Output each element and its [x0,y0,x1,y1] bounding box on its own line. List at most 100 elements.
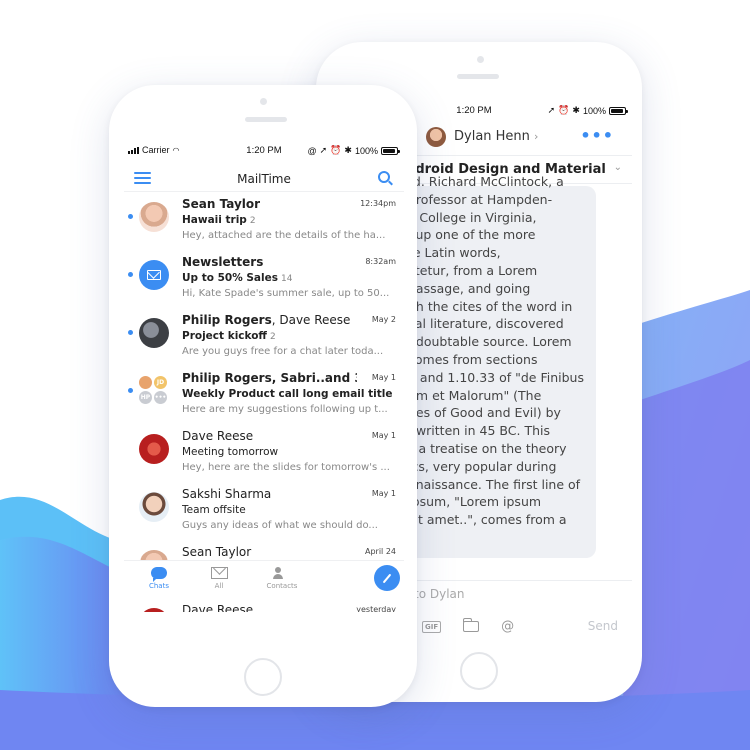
mail-item[interactable]: JD HP ••• Philip Rogers, Sabri..and 3+ May 1… [124,366,404,424]
mail-list: Sean Taylor 12:34pm Hawaii trip 2 Hey, attac… [124,192,404,612]
contact-avatar[interactable] [426,127,446,147]
battery-percent: 100% [354,145,378,156]
compose-button[interactable] [374,565,400,591]
mail-preview: Hi, Kate Spade's summer sale, up to 50..… [182,288,390,299]
chevron-down-icon[interactable]: ⌄ [614,162,622,173]
mail-date: yesterday [356,605,396,612]
status-right: ➚ ⏰ ✱ 100% [548,105,628,116]
message-line: re Latin words, [408,245,501,261]
sender-avatar [139,608,169,612]
mail-subject: Team offsite [182,504,246,516]
chevron-right-icon: › [534,130,539,143]
mail-item[interactable]: Sakshi Sharma May 1 Team offsite Guys any i… [124,482,404,540]
mail-item[interactable]: Sean Taylor 12:34pm Hawaii trip 2 Hey, attac… [124,192,404,250]
front-camera [260,98,267,105]
mail-preview: Hey, here are the slides for tomorrow's … [182,462,390,473]
home-button[interactable] [460,652,498,690]
battery-icon [381,146,400,155]
message-line: professor at Hampden- [408,191,553,207]
chat-bubble-icon [151,567,167,582]
tab-chats[interactable]: Chats [129,567,189,590]
message-line: gh the cites of the word in [408,298,573,314]
group-avatar-2: JD [154,376,167,389]
sender-name: Dave Reese [182,603,254,612]
unread-dot [128,214,133,219]
mail-item[interactable]: Dave Reese May 1 Meeting tomorrow Hey, here… [124,424,404,482]
battery-percent: 100% [582,105,606,116]
sender-name: Sean Taylor [182,545,252,559]
message-line: 2 and 1.10.33 of "de Finibus [408,369,584,385]
front-camera [477,56,484,63]
status-right: @ ➚ ⏰ ✱ 100% [307,145,400,156]
message-line: rd. Richard McClintock, a [408,174,564,189]
lock-rotation-icon: @ [307,145,317,156]
message-line: ctetur, from a Lorem [408,263,538,278]
folder-icon[interactable] [463,618,480,632]
mail-preview: Hey, attached are the details of the ha.… [182,230,386,241]
mail-preview: Here are my suggestions following up t..… [182,404,388,415]
status-bar: Carrier ◠ 1:20 PM @ ➚ ⏰ ✱ 100% [124,140,404,160]
mail-date: 12:34pm [360,199,396,208]
mail-date: May 1 [371,489,396,498]
bluetooth-icon: ✱ [572,105,580,115]
mail-item[interactable]: Dave Reese yesterday [124,598,404,612]
mail-item[interactable]: Philip Rogers, Dave Reese May 2 Project ki… [124,308,404,366]
earpiece-speaker [457,74,499,79]
message-line: , written in 45 BC. This [408,423,550,439]
sender-name: Sean Taylor [182,197,261,211]
thread-count: 2 [269,332,276,342]
mail-date: April 24 [364,547,396,556]
more-icon[interactable]: ••• [580,126,614,145]
mail-date: 8:32am [365,257,396,266]
reply-input[interactable]: to Dylan [414,587,465,601]
message-line: s a treatise on the theory [408,441,567,456]
sender-name: Dave Reese [182,429,254,443]
thread-count: 2 [249,216,256,226]
mail-subject: Weekly Product call long email title l..… [182,388,392,400]
mail-date: May 1 [371,373,396,382]
battery-icon [609,106,628,115]
mail-item[interactable]: Newsletters 8:32am Up to 50% Sales 14 Hi, Ka… [124,250,404,308]
sender-avatar [139,260,169,290]
group-avatar-more: ••• [154,391,167,404]
gif-icon[interactable]: GIF [422,620,442,633]
app-bar: MailTime [124,160,404,192]
mail-subject: Hawaii trip 2 [182,214,256,226]
tab-all[interactable]: All [189,567,249,590]
mail-subject: Project kickoff 2 [182,330,276,342]
tab-bar: Chats All Contacts [124,560,404,600]
search-icon[interactable] [378,171,390,183]
inbox-screen: Carrier ◠ 1:20 PM @ ➚ ⏰ ✱ 100% MailTime … [124,140,404,650]
mail-date: May 2 [371,315,396,324]
tab-contacts[interactable]: Contacts [252,567,312,590]
alarm-icon: ⏰ [330,145,342,155]
earpiece-speaker [245,117,287,122]
home-button[interactable] [244,658,282,696]
sender-avatar [139,434,169,464]
contacts-icon [273,567,291,579]
sender-avatar [139,202,169,232]
message-line: ndoubtable source. Lorem [408,334,572,350]
message-line: cal literature, discovered [408,316,564,332]
message-line: enaissance. The first line of [408,476,581,492]
tab-label: Chats [148,582,169,590]
group-avatar-1 [139,376,152,389]
app-title: MailTime [237,172,291,186]
sender-name: Newsletters [182,255,264,269]
message-line: l up one of the more [408,227,536,243]
mail-subject: Up to 50% Sales 14 [182,272,293,284]
group-avatar-3: HP [139,391,152,404]
at-icon[interactable]: @ [501,619,514,634]
contact-name[interactable]: Dylan Henn › [454,129,538,144]
sender-avatar: JD HP ••• [139,376,169,406]
envelope-icon [147,270,161,280]
message-line: y College in Virginia, [408,209,537,225]
message-line: passage, and going [408,280,531,296]
bluetooth-icon: ✱ [344,145,352,155]
message-line: um et Malorum" (The [408,387,542,403]
message-line: ics, very popular during [408,458,557,474]
send-button[interactable]: Send [588,619,618,633]
front-phone: Carrier ◠ 1:20 PM @ ➚ ⏰ ✱ 100% MailTime … [109,85,417,707]
alarm-icon: ⏰ [558,105,570,115]
mail-date: May 1 [371,431,396,440]
